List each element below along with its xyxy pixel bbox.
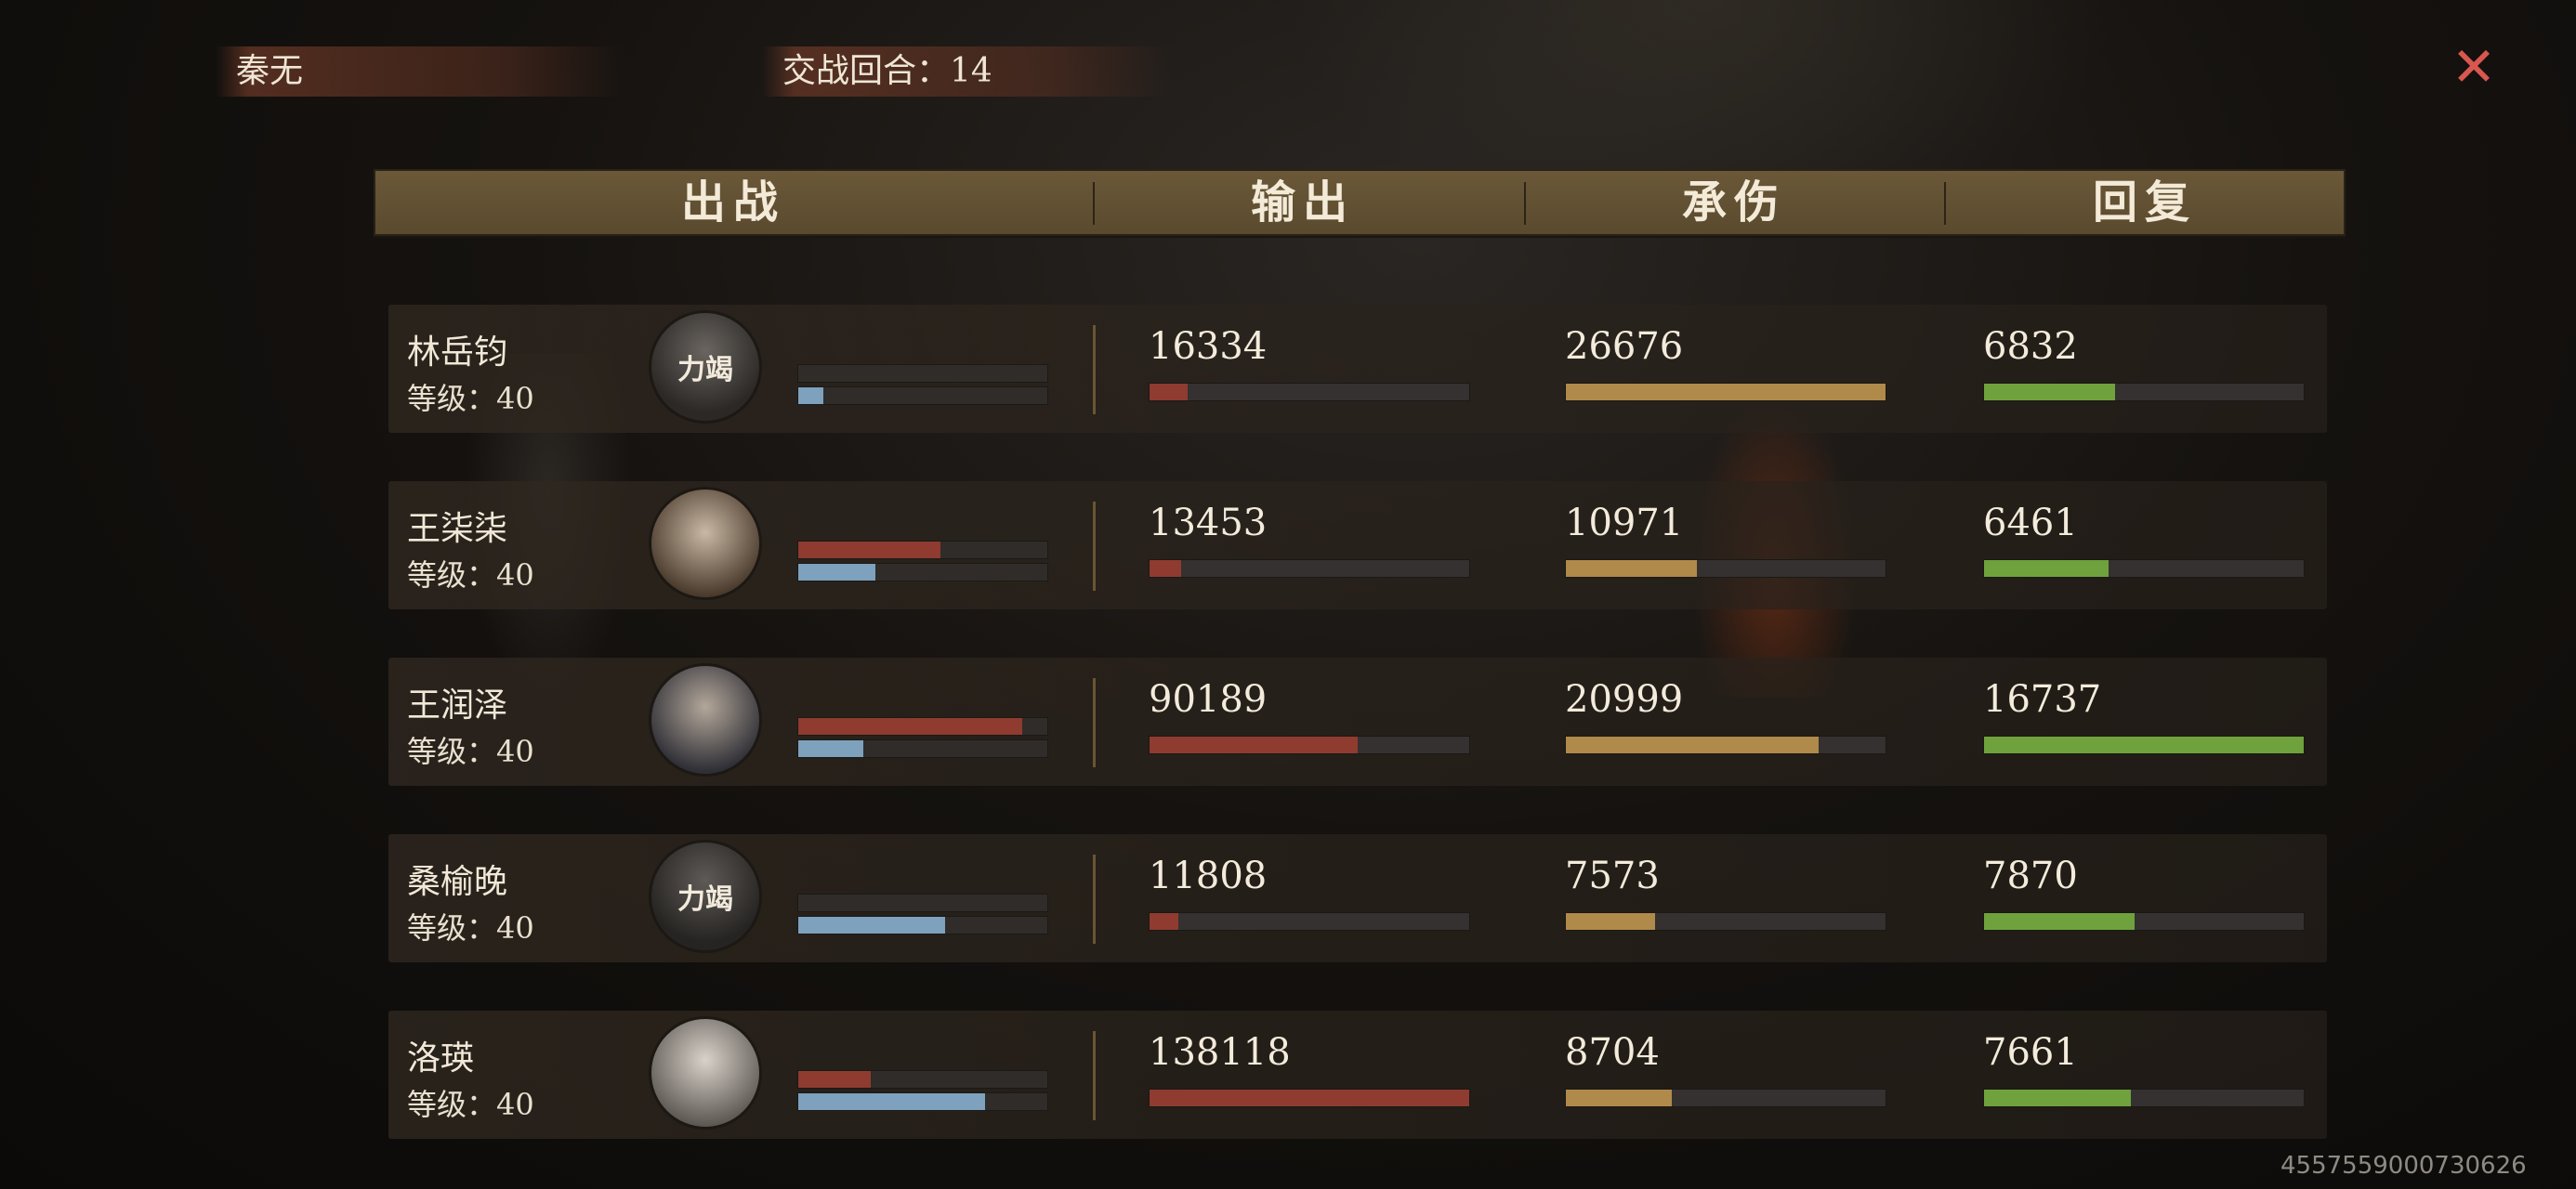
- damage-taken-bar: [1565, 1089, 1886, 1107]
- player-row-level: 等级：40: [407, 381, 534, 416]
- mini-blue-bar: [797, 1092, 1048, 1111]
- mini-red-bar: [797, 541, 1048, 559]
- heal-bar: [1983, 736, 2305, 754]
- output-value: 90189: [1149, 678, 1268, 721]
- player-row: 洛瑛 等级：40 138118 8704 7661: [388, 1011, 2327, 1139]
- row-divider: [1093, 325, 1096, 414]
- mini-blue-bar: [797, 563, 1048, 581]
- round-count: 交战回合：14: [782, 52, 992, 90]
- round-info-tag: 交战回合：14: [762, 46, 1173, 97]
- damage-taken-bar: [1565, 383, 1886, 401]
- damage-taken-value: 26676: [1565, 325, 1684, 368]
- mini-red-bar: [797, 364, 1048, 383]
- row-divider: [1093, 855, 1096, 944]
- portrait-female-yellow-flower-icon: [649, 487, 762, 600]
- mini-blue-bar: [797, 739, 1048, 758]
- heal-bar: [1983, 1089, 2305, 1107]
- row-divider: [1093, 1031, 1096, 1120]
- output-value: 11808: [1149, 855, 1268, 897]
- player-row: 王润泽 等级：40 90189 20999 16737: [388, 658, 2327, 786]
- portrait-female-exhausted-icon: 力竭: [649, 840, 762, 953]
- player-row: 林岳钧 等级：40 力竭 16334 26676 6832: [388, 305, 2327, 433]
- player-row-level: 等级：40: [407, 910, 534, 946]
- portrait-male-exhausted-icon: 力竭: [649, 310, 762, 424]
- header-damage-taken: 承伤: [1681, 176, 1786, 229]
- mini-red-bar: [797, 717, 1048, 736]
- portrait-female-white-robe-icon: [649, 1016, 762, 1130]
- portrait-male-young-icon: [649, 663, 762, 777]
- player-row-name: 洛瑛: [407, 1039, 475, 1078]
- player-name-tag: 秦无: [216, 46, 626, 97]
- close-icon: ✕: [2451, 35, 2497, 98]
- damage-taken-value: 20999: [1565, 678, 1684, 721]
- output-bar: [1149, 559, 1470, 578]
- damage-taken-bar: [1565, 912, 1886, 931]
- header-output: 输出: [1250, 176, 1355, 229]
- output-bar: [1149, 383, 1470, 401]
- player-row-name: 桑榆晚: [407, 863, 508, 901]
- heal-value: 6832: [1983, 325, 2078, 368]
- heal-bar: [1983, 559, 2305, 578]
- player-row-name: 林岳钧: [407, 333, 508, 372]
- output-value: 138118: [1149, 1031, 1291, 1074]
- row-divider: [1093, 678, 1096, 767]
- row-divider: [1093, 502, 1096, 591]
- header-deploy: 出战: [680, 176, 785, 229]
- output-bar: [1149, 736, 1470, 754]
- damage-taken-value: 10971: [1565, 502, 1684, 544]
- player-row: 桑榆晚 等级：40 力竭 11808 7573 7870: [388, 834, 2327, 962]
- user-id: 4557559000730626: [2280, 1152, 2527, 1180]
- player-name: 秦无: [236, 52, 304, 90]
- output-value: 13453: [1149, 502, 1268, 544]
- player-row-level: 等级：40: [407, 734, 534, 769]
- stats-table-header: 出战 输出 承伤 回复: [374, 169, 2346, 236]
- damage-taken-bar: [1565, 559, 1886, 578]
- exhausted-badge: 力竭: [677, 883, 733, 916]
- damage-taken-value: 8704: [1565, 1031, 1660, 1074]
- heal-bar: [1983, 912, 2305, 931]
- output-bar: [1149, 1089, 1470, 1107]
- mini-red-bar: [797, 1070, 1048, 1089]
- output-bar: [1149, 912, 1470, 931]
- heal-value: 7661: [1983, 1031, 2078, 1074]
- heal-value: 16737: [1983, 678, 2102, 721]
- player-row-level: 等级：40: [407, 557, 534, 593]
- header-heal: 回复: [2092, 176, 2197, 229]
- close-button[interactable]: ✕: [2446, 35, 2502, 98]
- mini-blue-bar: [797, 386, 1048, 405]
- player-row: 王柒柒 等级：40 13453 10971 6461: [388, 481, 2327, 609]
- mini-red-bar: [797, 894, 1048, 912]
- player-row-name: 王柒柒: [407, 510, 508, 548]
- damage-taken-bar: [1565, 736, 1886, 754]
- player-row-level: 等级：40: [407, 1087, 534, 1122]
- heal-bar: [1983, 383, 2305, 401]
- heal-value: 6461: [1983, 502, 2078, 544]
- mini-blue-bar: [797, 916, 1048, 934]
- damage-taken-value: 7573: [1565, 855, 1660, 897]
- heal-value: 7870: [1983, 855, 2078, 897]
- exhausted-badge: 力竭: [677, 354, 733, 386]
- output-value: 16334: [1149, 325, 1268, 368]
- player-row-name: 王润泽: [407, 686, 508, 725]
